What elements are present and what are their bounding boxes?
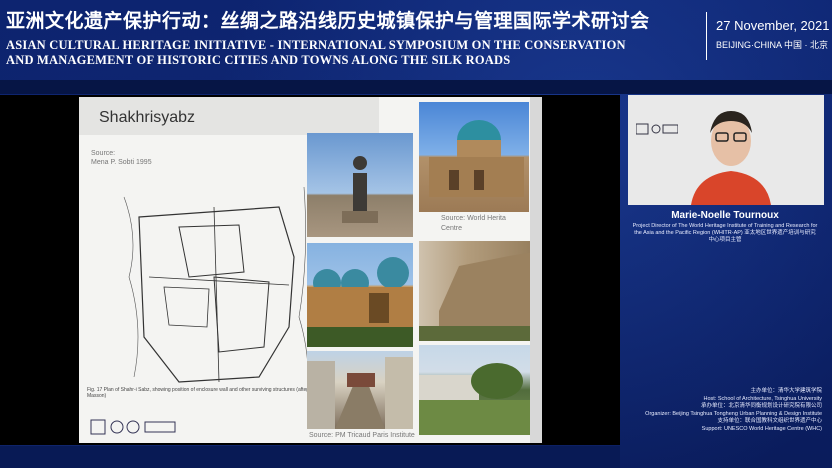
sponsor-list: 主办单位：清华大学建筑学院 Host: School of Architectu… (632, 388, 822, 433)
sponsor-support-en: Support: UNESCO World Heritage Centre (W… (701, 425, 822, 432)
city-plan-map (123, 186, 309, 393)
speaker-role: Project Director of The World Heritage I… (632, 223, 818, 243)
photo-city-wall (419, 241, 541, 341)
photo-narrow-street (307, 351, 413, 429)
map-caption: Fig. 17 Plan of Shahr-i Sabz, showing po… (87, 387, 308, 399)
photo-source-whc-2: Centre (441, 225, 463, 232)
sponsor-organizer-cn: 承办单位：北京清华同衡规划设计研究院有限公司 (700, 403, 822, 409)
title-chinese: 亚洲文化遗产保护行动：丝绸之路沿线历史城镇保护与管理国际学术研讨会 (6, 10, 650, 32)
title-english-line2: AND MANAGEMENT OF HISTORIC CITIES AND TO… (6, 53, 511, 67)
speaker-name: Marie-Noelle Tournoux (671, 210, 779, 221)
event-header: 亚洲文化遗产保护行动：丝绸之路沿线历史城镇保护与管理国际学术研讨会 ASIAN … (0, 0, 832, 76)
photo-courtyard-trees (419, 345, 541, 435)
sponsor-host-en: Host: School of Architecture, Tsinghua U… (703, 395, 822, 402)
sponsor-organizer-en: Organizer: Beijing Tsinghua Tongheng Urb… (645, 410, 822, 417)
slide-side-bar (530, 97, 542, 443)
presentation-slide: Shakhrisyabz Source: Mena P. Sobti 1995 … (79, 97, 541, 443)
sponsor-support-cn: 支持单位：联合国教科文组织世界遗产中心 (717, 418, 822, 424)
slide-source-text: Mena P. Sobti 1995 (91, 159, 152, 166)
unesco-logo-icon (636, 123, 678, 135)
photo-source-whc: Source: World Herita (441, 215, 506, 222)
header-divider (706, 12, 707, 60)
slide-title-bar: Shakhrisyabz (79, 97, 379, 135)
slide-source-label: Source: (91, 150, 116, 157)
slide-title: Shakhrisyabz (99, 109, 196, 126)
sponsor-host-cn: 主办单位：清华大学建筑学院 (750, 388, 822, 394)
photo-source-pm: Source: PM Tricaud Paris Institute (309, 432, 415, 439)
slide-logos (90, 419, 176, 435)
event-location: BEIJING·CHINA 中国 · 北京 (716, 40, 829, 50)
bottom-strip (0, 446, 620, 468)
title-english-line1: ASIAN CULTURAL HERITAGE INITIATIVE - INT… (6, 38, 626, 52)
content-topbar (0, 80, 832, 94)
photo-mosque-domes (307, 243, 413, 347)
photo-blue-dome (419, 102, 529, 212)
speaker-video[interactable] (628, 95, 824, 205)
speaker-avatar (691, 111, 771, 205)
event-date: 27 November, 2021 (716, 18, 830, 33)
photo-statue (307, 133, 413, 237)
slide-source: Source: Mena P. Sobti 1995 (91, 149, 152, 167)
